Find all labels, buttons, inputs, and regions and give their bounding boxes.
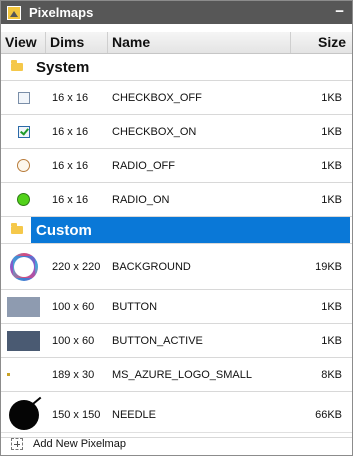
checkbox-on-icon <box>17 125 30 138</box>
item-size: 19KB <box>315 260 342 273</box>
item-dims: 100 x 60 <box>52 334 95 347</box>
item-size: 1KB <box>321 334 342 347</box>
button-active-preview-icon <box>7 330 40 351</box>
item-dims: 189 x 30 <box>52 368 95 381</box>
item-size: 1KB <box>321 193 342 206</box>
folder-icon <box>11 60 23 71</box>
panel-titlebar: Pixelmaps − <box>1 1 352 24</box>
column-header: View Dims Name Size <box>1 32 352 54</box>
item-dims: 16 x 16 <box>52 193 89 206</box>
item-dims: 100 x 60 <box>52 300 95 313</box>
column-size[interactable]: Size <box>291 32 352 53</box>
list-item[interactable]: 16 x 16 RADIO_ON 1KB <box>1 183 352 217</box>
add-icon <box>11 438 23 450</box>
item-size: 1KB <box>321 159 342 172</box>
list-item[interactable]: 100 x 60 BUTTON_ACTIVE 1KB <box>1 324 352 358</box>
group-label: System <box>36 58 90 76</box>
group-system[interactable]: System <box>1 54 352 81</box>
item-size: 8KB <box>321 368 342 381</box>
item-dims: 16 x 16 <box>52 91 89 104</box>
column-name[interactable]: Name <box>108 32 291 53</box>
item-size: 1KB <box>321 300 342 313</box>
item-name: RADIO_OFF <box>112 159 175 172</box>
button-preview-icon <box>7 296 40 317</box>
item-size: 1KB <box>321 91 342 104</box>
item-size: 1KB <box>321 125 342 138</box>
pixelmaps-panel: Pixelmaps − View Dims Name Size System 1… <box>0 0 353 456</box>
list-item[interactable]: 16 x 16 CHECKBOX_OFF 1KB <box>1 81 352 115</box>
list-item[interactable]: 16 x 16 CHECKBOX_ON 1KB <box>1 115 352 149</box>
list-item[interactable]: 220 x 220 BACKGROUND 19KB <box>1 244 352 290</box>
item-name: CHECKBOX_OFF <box>112 91 202 104</box>
item-name: BACKGROUND <box>112 260 191 273</box>
item-name: NEEDLE <box>112 408 157 421</box>
item-size: 66KB <box>315 408 342 421</box>
pixelmap-list: System 16 x 16 CHECKBOX_OFF 1KB 16 x 16 … <box>1 54 352 438</box>
needle-preview-icon <box>8 399 39 430</box>
group-label: Custom <box>36 221 92 239</box>
column-view[interactable]: View <box>1 32 46 53</box>
column-dims[interactable]: Dims <box>46 32 108 53</box>
item-dims: 220 x 220 <box>52 260 101 273</box>
logo-preview-icon <box>7 373 10 376</box>
item-name: BUTTON <box>112 300 158 313</box>
radio-off-icon <box>17 159 30 172</box>
item-dims: 16 x 16 <box>52 159 89 172</box>
item-name: RADIO_ON <box>112 193 170 206</box>
item-dims: 16 x 16 <box>52 125 89 138</box>
item-name: MS_AZURE_LOGO_SMALL <box>112 368 252 381</box>
list-item[interactable]: 16 x 16 RADIO_OFF 1KB <box>1 149 352 183</box>
add-pixelmap-label: Add New Pixelmap <box>33 438 126 450</box>
panel-title: Pixelmaps <box>29 5 94 20</box>
add-pixelmap-button[interactable]: Add New Pixelmap <box>1 432 352 455</box>
group-custom[interactable]: Custom <box>1 217 352 244</box>
list-item[interactable]: 100 x 60 BUTTON 1KB <box>1 290 352 324</box>
folder-icon <box>11 223 23 234</box>
background-ring-icon <box>9 252 38 281</box>
item-name: BUTTON_ACTIVE <box>112 334 203 347</box>
list-item[interactable]: 189 x 30 MS_AZURE_LOGO_SMALL 8KB <box>1 358 352 392</box>
item-dims: 150 x 150 <box>52 408 101 421</box>
minimize-button[interactable]: − <box>335 1 344 23</box>
radio-on-icon <box>17 193 30 206</box>
item-name: CHECKBOX_ON <box>112 125 197 138</box>
image-icon <box>7 5 21 20</box>
checkbox-off-icon <box>17 91 30 104</box>
